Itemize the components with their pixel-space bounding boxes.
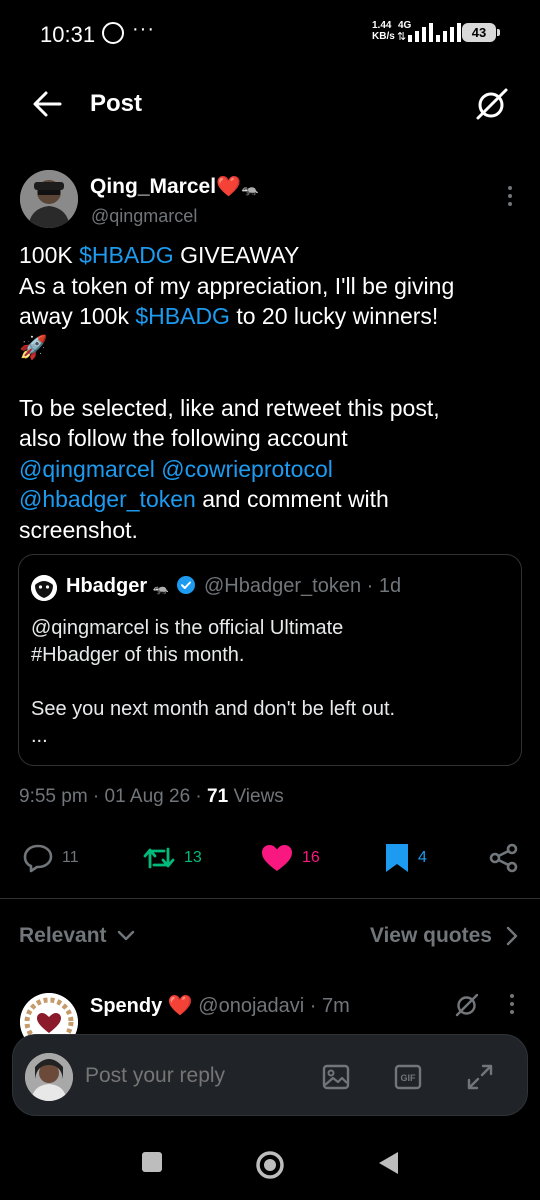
quoted-post-header: Hbadger 🦡 @Hbadger_token · 1d [66, 575, 402, 597]
sort-replies-dropdown[interactable]: Relevant [19, 924, 135, 948]
status-time: 10:31 [40, 22, 96, 47]
bookmark-count: 4 [418, 849, 427, 866]
back-button[interactable] [30, 88, 66, 120]
cashtag-link[interactable]: $HBADG [79, 242, 174, 268]
heart-filled-icon [262, 845, 292, 871]
share-button[interactable] [488, 840, 520, 876]
grok-button[interactable] [474, 86, 510, 122]
more-options-button[interactable] [500, 186, 520, 216]
post-line: also follow the following account [19, 425, 348, 451]
quoted-post-card[interactable]: Hbadger 🦡 @Hbadger_token · 1d @qingmarce… [18, 554, 522, 766]
signal-icon-1 [408, 22, 433, 42]
heart-icon: ❤️ [167, 995, 193, 1017]
reply-header: Spendy ❤️ @onojadavi · 7m [90, 995, 350, 1017]
mention-link[interactable]: @qingmarcel [19, 456, 155, 482]
my-avatar [25, 1053, 73, 1101]
post-line: @qingmarcel @cowrieprotocol [19, 454, 524, 485]
page-title: Post [90, 90, 143, 117]
reply-age: 7m [322, 995, 350, 1017]
battery-icon: 43 [462, 23, 500, 42]
verified-badge-icon [177, 576, 196, 594]
author-name[interactable]: Qing_Marcel❤️🦡 [90, 174, 258, 199]
grok-icon [476, 88, 508, 120]
reply-icon [23, 844, 53, 873]
post-body: 100K $HBADG GIVEAWAY As a token of my ap… [19, 240, 524, 545]
reply-input[interactable] [85, 1064, 305, 1088]
more-notifications-icon: ··· [132, 18, 155, 40]
circle-icon [256, 1151, 284, 1179]
expand-composer-button[interactable] [465, 1062, 495, 1092]
network-speed: 1.44 KB/s [372, 20, 395, 42]
author-handle[interactable]: @qingmarcel [91, 206, 197, 227]
triangle-back-icon [379, 1152, 398, 1174]
view-quotes-link[interactable]: View quotes [370, 924, 518, 948]
expand-icon [467, 1064, 493, 1090]
image-icon [322, 1064, 350, 1090]
recent-apps-button[interactable] [140, 1150, 164, 1179]
reply-composer: GIF [12, 1034, 528, 1116]
mention-link[interactable]: @cowrieprotocol [161, 456, 333, 482]
reply-button[interactable]: 11 [22, 840, 79, 876]
bookmark-filled-icon [386, 844, 408, 872]
add-gif-button[interactable]: GIF [393, 1062, 423, 1092]
svg-text:GIF: GIF [401, 1073, 417, 1083]
post-line: 100K $HBADG GIVEAWAY [19, 242, 300, 268]
repost-button[interactable]: 13 [142, 840, 202, 876]
system-navigation-bar [0, 1128, 540, 1200]
whatsapp-icon [102, 22, 124, 44]
reply-count: 11 [62, 849, 79, 866]
badger-icon: 🦡 [240, 180, 259, 196]
post-line: To be selected, like and retweet this po… [19, 394, 440, 421]
like-button[interactable]: 16 [260, 840, 320, 876]
quoted-author-handle: @Hbadger_token [204, 575, 362, 597]
chevron-right-icon [506, 926, 518, 946]
add-image-button[interactable] [321, 1062, 351, 1092]
post-timestamp: 9:55 pm · 01 Aug 26 · 71 Views [19, 786, 284, 807]
quoted-post-age: 1d [378, 575, 402, 597]
repost-count: 13 [184, 849, 202, 866]
top-app-bar: Post [0, 72, 540, 136]
reply-author-name[interactable]: Spendy [90, 995, 162, 1017]
reply-grok-button[interactable] [454, 992, 480, 1018]
post-actions: 11 13 16 4 [0, 840, 540, 876]
data-arrows-icon: ⇅ [397, 31, 407, 43]
mention-link[interactable]: @hbadger_token [19, 486, 196, 512]
chevron-down-icon [117, 930, 134, 941]
reply-author-handle[interactable]: @onojadavi [198, 995, 304, 1017]
like-count: 16 [302, 849, 320, 866]
grok-icon [455, 993, 479, 1017]
post-line: away 100k $HBADG to 20 lucky winners! [19, 303, 439, 329]
rocket-icon: 🚀 [19, 333, 48, 360]
status-bar: 10:31 ··· 1.44 KB/s 4G ⇅ 43 [0, 0, 540, 64]
quoted-author-name: Hbadger [66, 575, 148, 597]
gif-icon: GIF [394, 1064, 422, 1090]
square-icon [142, 1152, 162, 1172]
post-line: @hbadger_token and comment with [19, 486, 389, 512]
arrow-left-icon [33, 91, 62, 117]
share-icon [489, 843, 518, 873]
badger-icon: 🦡 [152, 580, 169, 595]
views-count[interactable]: 71 [207, 786, 228, 807]
reply-more-button[interactable] [502, 994, 522, 1020]
cashtag-link[interactable]: $HBADG [135, 303, 230, 329]
bookmark-button[interactable]: 4 [384, 840, 427, 876]
repost-icon [143, 847, 175, 869]
heart-icon: ❤️ [216, 176, 241, 198]
post-line: As a token of my appreciation, I'll be g… [19, 272, 455, 299]
signal-icon-2 [436, 22, 461, 42]
home-button[interactable] [255, 1150, 285, 1185]
quoted-post-text: @qingmarcel is the official Ultimate #Hb… [31, 617, 396, 747]
post-line: screenshot. [19, 516, 138, 543]
quoted-author-avatar [31, 575, 57, 601]
back-nav-button[interactable] [376, 1150, 400, 1181]
divider [0, 898, 540, 899]
author-avatar[interactable] [20, 170, 78, 228]
